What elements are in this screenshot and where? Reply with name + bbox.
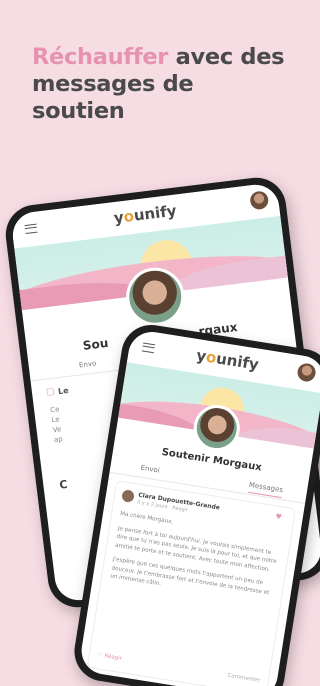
tab-send[interactable]: Envo <box>79 359 97 369</box>
side-text: Ve <box>52 425 62 435</box>
document-icon: ▢ <box>45 386 56 398</box>
side-text: Le <box>51 415 61 425</box>
side-text: ap <box>53 435 64 445</box>
headline-accent: Réchauffer <box>32 44 169 70</box>
author-avatar <box>121 489 135 503</box>
side-text: Ce <box>49 405 60 415</box>
section-letter: C <box>58 477 69 492</box>
tab-messages[interactable]: Messages <box>247 480 284 499</box>
heart-icon[interactable]: ♥ <box>275 512 282 521</box>
message-card: Clara Dupouette-Grande ♥ Il y a 2 jours … <box>86 480 297 686</box>
headline: Réchauffer avec des messages de soutien <box>32 44 292 125</box>
message-body: Ma chère Morgaux, Je pense fort à toi au… <box>109 510 283 612</box>
section-heading: Le <box>57 386 70 397</box>
react-button[interactable]: ♡ Réagir <box>97 652 122 662</box>
comment-button[interactable]: Commenter <box>227 673 260 684</box>
message-actions: ♡ Réagir Commenter <box>97 652 260 684</box>
tab-send[interactable]: Envoi <box>140 464 160 475</box>
